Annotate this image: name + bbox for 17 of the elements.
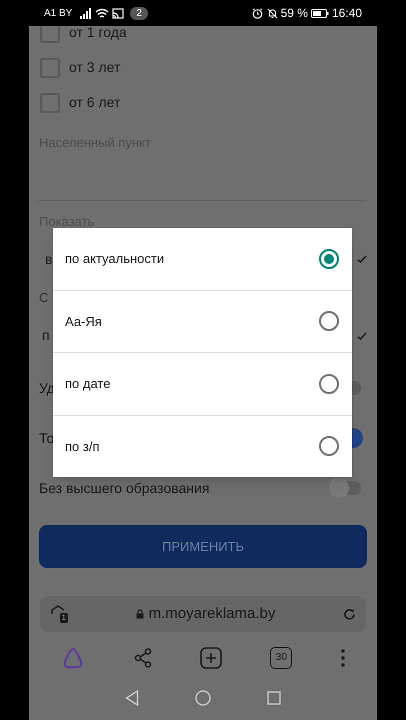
toggle-label: Без высшего образования — [39, 478, 210, 498]
option-label: по актуальности — [65, 250, 164, 268]
clock-time: 16:40 — [332, 5, 362, 22]
notification-badge: 2 — [130, 6, 148, 20]
battery-percent: 59 % — [280, 5, 308, 22]
option-label: Аа-Яя — [65, 312, 102, 330]
url-text: m.moyareklama.by — [148, 604, 276, 624]
option-label: по з/п — [65, 438, 100, 456]
select-value: в — [45, 250, 52, 268]
carrier-name: A1 BY — [44, 6, 72, 20]
select-value: п — [42, 326, 50, 345]
checkbox-label: от 1 года — [69, 26, 127, 42]
option-label: по дате — [65, 375, 110, 393]
field-label: С — [39, 290, 50, 306]
checkbox-label: от 6 лет — [69, 93, 120, 112]
tab-badge: 1 — [60, 613, 68, 623]
checkbox-label: от 3 лет — [69, 58, 120, 77]
